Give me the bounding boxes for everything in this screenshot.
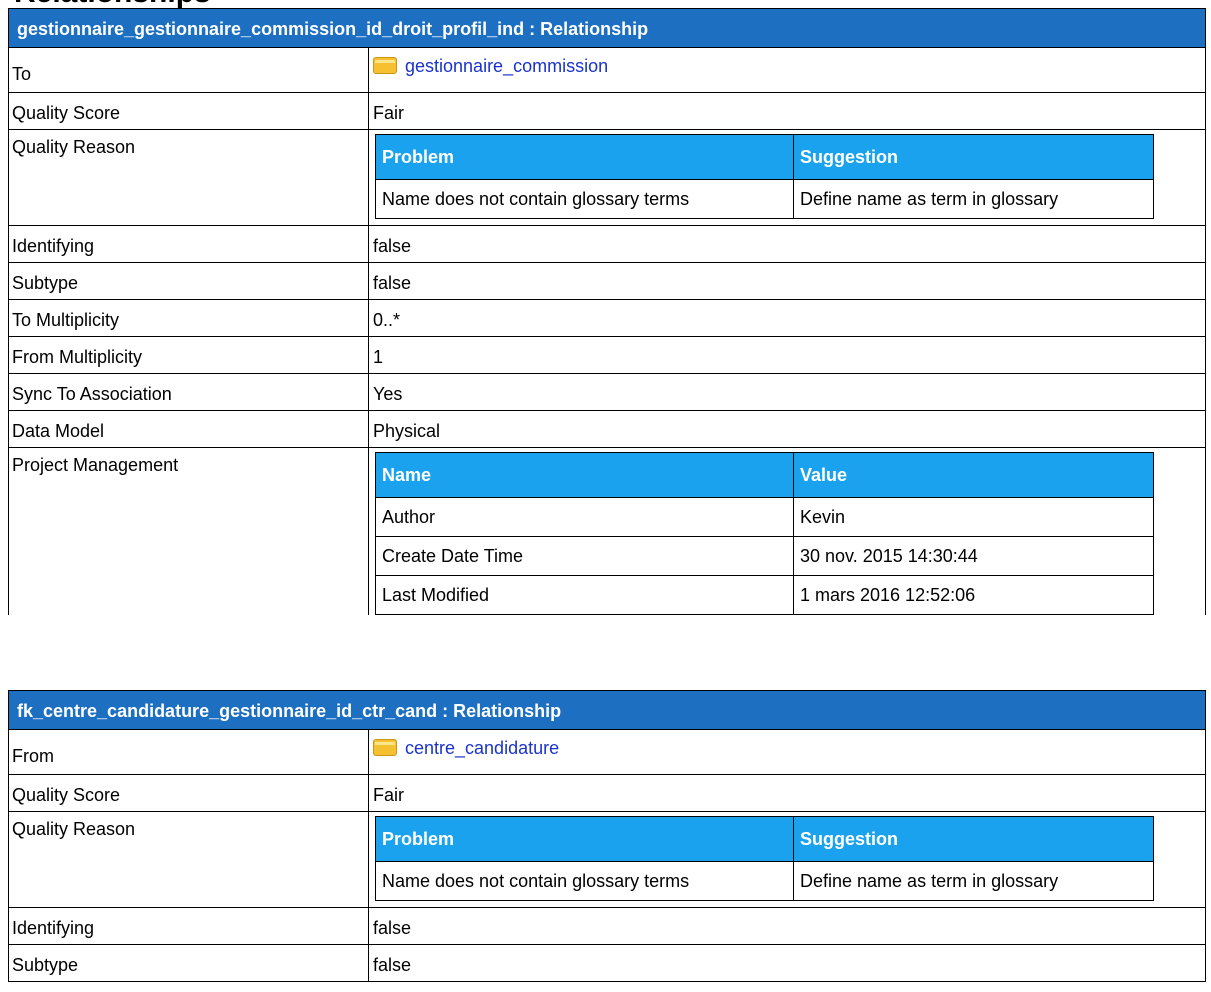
row-label: Quality Reason [9,130,369,225]
row-quality-reason: Quality Reason Problem Suggestion Name d… [9,130,1205,226]
column-header: Problem [375,816,794,862]
row-label: Data Model [9,411,369,447]
page-heading-text: Relationships [14,0,1205,8]
row-quality-score: Quality Score Fair [9,93,1205,130]
table-cell: Name does not contain glossary terms [375,179,794,219]
row-data-model: Data Model Physical [9,411,1205,448]
entity-link[interactable]: gestionnaire_commission [405,56,608,76]
table-cell: Author [375,497,794,537]
table-row: Create Date Time 30 nov. 2015 14:30:44 [375,536,1154,576]
row-label: To [9,48,369,92]
project-management-table: Name Value Author Kevin Create Date Time… [375,452,1154,615]
row-to-multiplicity: To Multiplicity 0..* [9,300,1205,337]
column-header: Suggestion [793,134,1154,180]
column-header: Value [793,452,1154,498]
table-row: Name does not contain glossary terms Def… [375,179,1154,219]
relationship-panel-2: fk_centre_candidature_gestionnaire_id_ct… [8,690,1206,982]
row-value: false [373,918,412,938]
row-value: Name Value Author Kevin Create Date Time… [369,448,1205,615]
quality-reason-table: Problem Suggestion Name does not contain… [375,134,1154,219]
row-identifying: Identifying false [9,908,1205,945]
row-quality-reason: Quality Reason Problem Suggestion Name d… [9,812,1205,908]
row-value: 1 [373,347,384,367]
row-value: Problem Suggestion Name does not contain… [369,130,1205,225]
table-cell: 1 mars 2016 12:52:06 [793,575,1154,615]
table-cell: Define name as term in glossary [793,179,1154,219]
table-cell: Define name as term in glossary [793,861,1154,901]
row-label: Subtype [9,263,369,299]
table-cell: Name does not contain glossary terms [375,861,794,901]
row-project-management: Project Management Name Value Author Kev… [9,448,1205,615]
table-header-row: Problem Suggestion [375,816,1154,862]
table-cell: Last Modified [375,575,794,615]
column-header: Problem [375,134,794,180]
table-cell: Kevin [793,497,1154,537]
table-cell: Create Date Time [375,536,794,576]
row-subtype: Subtype false [9,263,1205,300]
row-from-multiplicity: From Multiplicity 1 [9,337,1205,374]
row-label: From Multiplicity [9,337,369,373]
row-label: Project Management [9,448,369,615]
page-heading-clipped: Relationships [8,0,1205,8]
relationship-title: fk_centre_candidature_gestionnaire_id_ct… [9,690,1205,730]
quality-reason-table: Problem Suggestion Name does not contain… [375,816,1154,901]
row-value: Fair [373,103,404,123]
row-to: To gestionnaire_commission [9,48,1205,93]
row-value: false [373,955,412,975]
row-value: Fair [373,785,404,805]
row-value: 0..* [373,310,401,330]
row-label: Quality Score [9,775,369,811]
row-quality-score: Quality Score Fair [9,775,1205,812]
column-header: Name [375,452,794,498]
row-label: Identifying [9,908,369,944]
table-header-row: Problem Suggestion [375,134,1154,180]
table-row: Author Kevin [375,497,1154,537]
row-label: Quality Reason [9,812,369,907]
relationship-title: gestionnaire_gestionnaire_commission_id_… [9,8,1205,48]
row-value: Physical [373,421,441,441]
row-value: gestionnaire_commission [369,48,1205,92]
folder-icon [373,57,397,74]
row-label: Quality Score [9,93,369,129]
table-row: Name does not contain glossary terms Def… [375,861,1154,901]
row-value: centre_candidature [369,730,1205,774]
row-label: Identifying [9,226,369,262]
table-cell: 30 nov. 2015 14:30:44 [793,536,1154,576]
row-value: false [373,273,412,293]
row-value: Problem Suggestion Name does not contain… [369,812,1205,907]
row-label: Sync To Association [9,374,369,410]
folder-icon [373,739,397,756]
table-row: Last Modified 1 mars 2016 12:52:06 [375,575,1154,615]
entity-link[interactable]: centre_candidature [405,738,559,758]
relationship-panel-1: gestionnaire_gestionnaire_commission_id_… [8,8,1206,615]
row-from: From centre_candidature [9,730,1205,775]
row-value: Yes [373,384,403,404]
row-value: false [373,236,412,256]
table-header-row: Name Value [375,452,1154,498]
row-label: From [9,730,369,774]
row-sync-to-association: Sync To Association Yes [9,374,1205,411]
row-label: To Multiplicity [9,300,369,336]
row-identifying: Identifying false [9,226,1205,263]
column-header: Suggestion [793,816,1154,862]
row-label: Subtype [9,945,369,981]
row-subtype: Subtype false [9,945,1205,982]
